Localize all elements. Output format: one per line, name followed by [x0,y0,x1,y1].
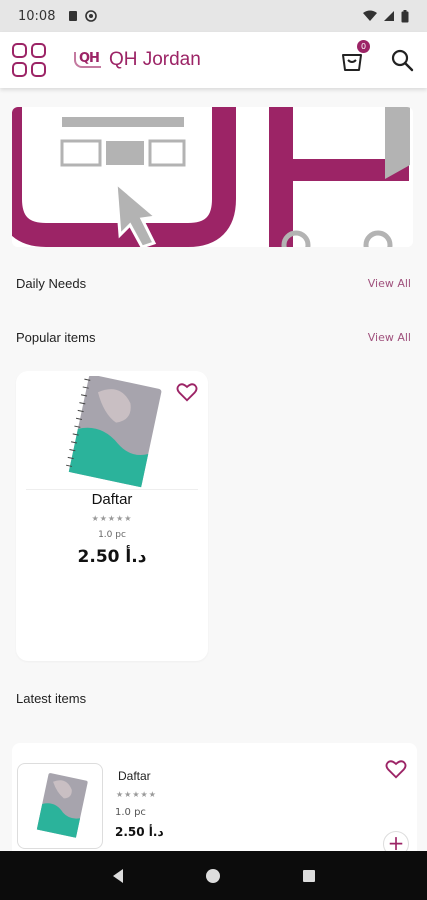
section-daily-needs: Daily Needs View All [16,276,411,291]
heart-icon[interactable] [176,381,198,403]
section-popular-items: Popular items View All [16,330,411,345]
back-icon [112,868,123,883]
section-title-latest-items: Latest items [16,691,87,706]
system-nav-bar [0,851,427,900]
list-item-image [17,763,103,849]
product-price: 2.50 د.أ [77,547,147,567]
product-unit: 1.0 pc [98,530,126,540]
search-icon[interactable] [389,47,415,73]
home-button[interactable] [203,866,223,886]
banner-graphic [12,107,413,247]
signal-icon [384,11,394,21]
notebook-image [36,773,88,838]
app-bar: QH QH Jordan 0 [0,32,427,88]
recents-button[interactable] [299,866,319,886]
cart-count-badge: 0 [357,40,370,53]
list-item-name: Daftar [118,769,151,783]
product-image [65,376,162,488]
list-item-price: 2.50 د.أ [115,825,164,839]
view-all-popular-items[interactable]: View All [368,331,411,344]
recents-icon [303,869,316,882]
view-all-daily-needs[interactable]: View All [368,277,411,290]
heart-icon[interactable] [385,758,407,780]
battery-icon [401,9,409,22]
sim-icon [69,11,78,21]
app-title: QH Jordan [108,49,201,70]
rating-stars: ★★★★★ [91,514,133,523]
back-button[interactable] [108,866,128,886]
at-icon [85,10,98,22]
product-card[interactable]: Daftar ★★★★★ 1.0 pc 2.50 د.أ [16,371,208,661]
status-bar: 10:08 [0,0,427,32]
product-name: Daftar [91,491,133,508]
promo-banner[interactable] [12,107,413,247]
section-title-popular-items: Popular items [16,330,96,345]
cart-button[interactable]: 0 [339,40,370,73]
menu-grid-icon[interactable] [12,43,46,77]
section-title-daily-needs: Daily Needs [16,276,87,291]
wifi-icon [363,10,377,21]
section-latest-items: Latest items [16,691,411,706]
card-divider [26,489,198,490]
home-icon [206,868,221,883]
status-time: 10:08 [18,8,56,24]
logo-mark: QH [74,52,101,68]
list-item-unit: 1.0 pc [115,807,146,818]
list-item-stars: ★★★★★ [116,790,157,799]
